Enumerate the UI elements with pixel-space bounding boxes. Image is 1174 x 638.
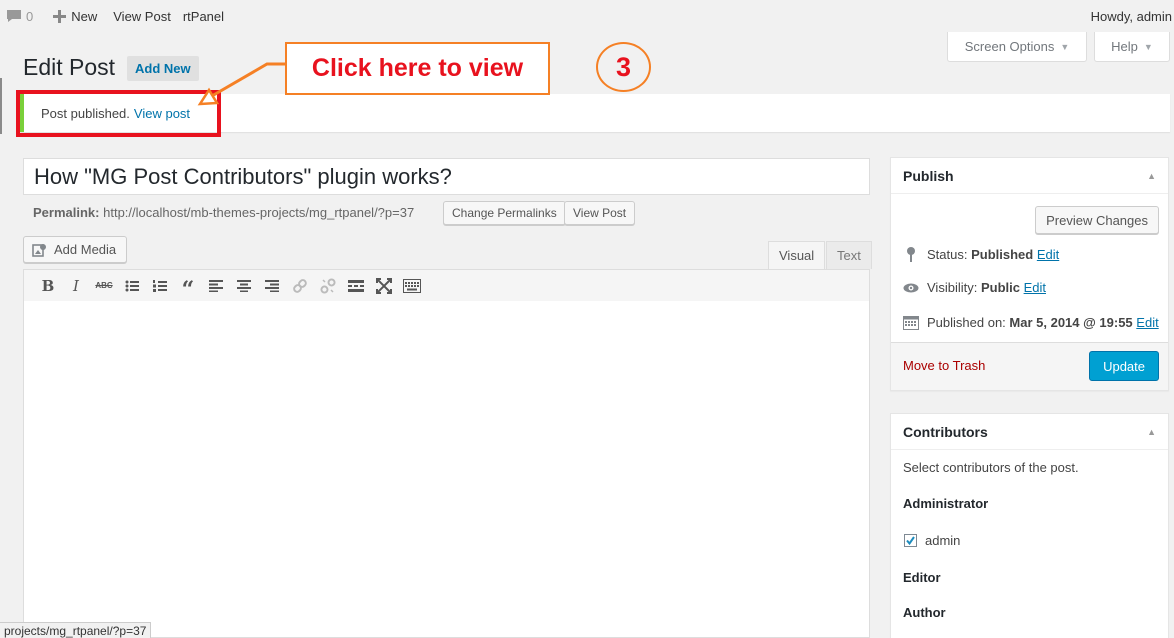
publish-box-title: Publish bbox=[903, 167, 954, 184]
page-title: Edit Post bbox=[23, 54, 116, 80]
status-label: Status: bbox=[927, 246, 968, 262]
strikethrough-icon[interactable]: ABC bbox=[90, 272, 118, 300]
theme-menu[interactable]: rtPanel bbox=[177, 0, 230, 32]
published-on-row: Published on: Mar 5, 2014 @ 19:55 Edit bbox=[903, 314, 1159, 330]
view-post-button[interactable]: View Post bbox=[564, 201, 636, 225]
media-icon bbox=[32, 243, 46, 257]
edit-status-link[interactable]: Edit bbox=[1037, 247, 1059, 262]
role-heading-author: Author bbox=[903, 605, 946, 620]
tab-visual[interactable]: Visual bbox=[768, 241, 826, 269]
checkbox-checked-icon[interactable] bbox=[904, 534, 917, 547]
comment-icon bbox=[7, 10, 21, 22]
contributor-option-admin[interactable]: admin bbox=[904, 533, 960, 548]
plus-icon bbox=[53, 9, 67, 23]
role-heading-editor: Editor bbox=[903, 570, 941, 585]
publish-box: Publish ▲ Preview Changes Status: Publis… bbox=[890, 157, 1169, 391]
left-edge-divider bbox=[0, 78, 2, 134]
publish-actions: Move to Trash Update bbox=[891, 342, 1168, 390]
add-media-button[interactable]: Add Media bbox=[23, 236, 128, 263]
edit-visibility-link[interactable]: Edit bbox=[1024, 280, 1046, 295]
visibility-label: Visibility: bbox=[927, 280, 978, 295]
status-value: Published bbox=[971, 246, 1034, 262]
change-permalinks-button[interactable]: Change Permalinks bbox=[443, 201, 566, 225]
annotation-arrow-icon bbox=[197, 62, 286, 106]
update-button[interactable]: Update bbox=[1089, 351, 1159, 381]
view-post-link[interactable]: View Post bbox=[107, 0, 177, 32]
editor-toolbar: B I ABC “ bbox=[23, 269, 870, 302]
visibility-row: Visibility: Public Edit bbox=[903, 280, 1046, 295]
contributors-box: Contributors ▲ Select contributors of th… bbox=[890, 413, 1169, 638]
pin-icon bbox=[903, 246, 919, 262]
edit-date-link[interactable]: Edit bbox=[1136, 315, 1158, 330]
move-to-trash-link[interactable]: Move to Trash bbox=[903, 358, 985, 373]
post-content-editor[interactable] bbox=[23, 301, 870, 638]
link-hover-status: projects/mg_rtpanel/?p=37 bbox=[0, 622, 152, 638]
highlight-box bbox=[16, 90, 221, 137]
post-title-input[interactable]: How "MG Post Contributors" plugin works? bbox=[23, 158, 870, 195]
role-heading-administrator: Administrator bbox=[903, 496, 989, 511]
publish-box-header[interactable]: Publish ▲ bbox=[891, 158, 1168, 194]
add-media-label: Add Media bbox=[54, 242, 117, 257]
new-content-menu[interactable]: New bbox=[47, 0, 103, 32]
screen-options-button[interactable]: Screen Options ▼ bbox=[947, 32, 1087, 62]
screen-options-label: Screen Options bbox=[964, 39, 1055, 54]
contributors-box-header[interactable]: Contributors ▲ bbox=[891, 414, 1168, 450]
align-center-icon[interactable] bbox=[230, 272, 258, 300]
numbered-list-icon[interactable] bbox=[146, 272, 174, 300]
tab-text[interactable]: Text bbox=[826, 241, 872, 269]
contributors-description: Select contributors of the post. bbox=[903, 460, 1079, 475]
permalink-row: Permalink: http://localhost/mb-themes-pr… bbox=[33, 205, 414, 220]
contributor-name: admin bbox=[925, 533, 961, 548]
contributors-box-title: Contributors bbox=[903, 423, 988, 440]
step-number-badge: 3 bbox=[596, 42, 651, 92]
bold-icon[interactable]: B bbox=[34, 272, 62, 300]
fullscreen-icon[interactable] bbox=[370, 272, 398, 300]
caret-down-icon: ▼ bbox=[1060, 41, 1070, 52]
comments-menu[interactable]: 0 bbox=[0, 0, 39, 32]
permalink-url[interactable]: http://localhost/mb-themes-projects/mg_r… bbox=[103, 205, 414, 220]
admin-bar: 0 New View Post rtPanel Howdy, admin bbox=[0, 0, 1174, 32]
eye-icon bbox=[903, 283, 919, 293]
calendar-icon bbox=[903, 314, 919, 330]
add-new-button[interactable]: Add New bbox=[127, 56, 199, 81]
status-row: Status: Published Edit bbox=[903, 246, 1059, 262]
collapse-arrow-icon[interactable]: ▲ bbox=[1147, 427, 1156, 437]
help-button[interactable]: Help ▼ bbox=[1094, 32, 1170, 62]
align-right-icon[interactable] bbox=[258, 272, 286, 300]
blockquote-icon[interactable]: “ bbox=[174, 272, 202, 301]
preview-changes-button[interactable]: Preview Changes bbox=[1035, 206, 1159, 234]
annotation-callout: Click here to view bbox=[285, 42, 550, 95]
link-icon[interactable] bbox=[286, 272, 314, 300]
bullet-list-icon[interactable] bbox=[118, 272, 146, 300]
caret-down-icon: ▼ bbox=[1143, 41, 1153, 52]
collapse-arrow-icon[interactable]: ▲ bbox=[1147, 171, 1156, 181]
help-label: Help bbox=[1111, 39, 1138, 54]
align-left-icon[interactable] bbox=[202, 272, 230, 300]
account-menu[interactable]: Howdy, admin bbox=[1091, 0, 1172, 32]
read-more-icon[interactable] bbox=[342, 272, 370, 300]
unlink-icon[interactable] bbox=[314, 272, 342, 300]
published-on-value: Mar 5, 2014 @ 19:55 bbox=[1009, 314, 1133, 330]
italic-icon[interactable]: I bbox=[62, 272, 90, 300]
toolbar-toggle-icon[interactable] bbox=[398, 272, 426, 300]
new-label: New bbox=[71, 8, 98, 24]
published-on-label: Published on: bbox=[927, 314, 1006, 330]
visibility-value: Public bbox=[980, 280, 1020, 295]
comments-count: 0 bbox=[26, 8, 34, 24]
permalink-label: Permalink: bbox=[33, 205, 100, 220]
